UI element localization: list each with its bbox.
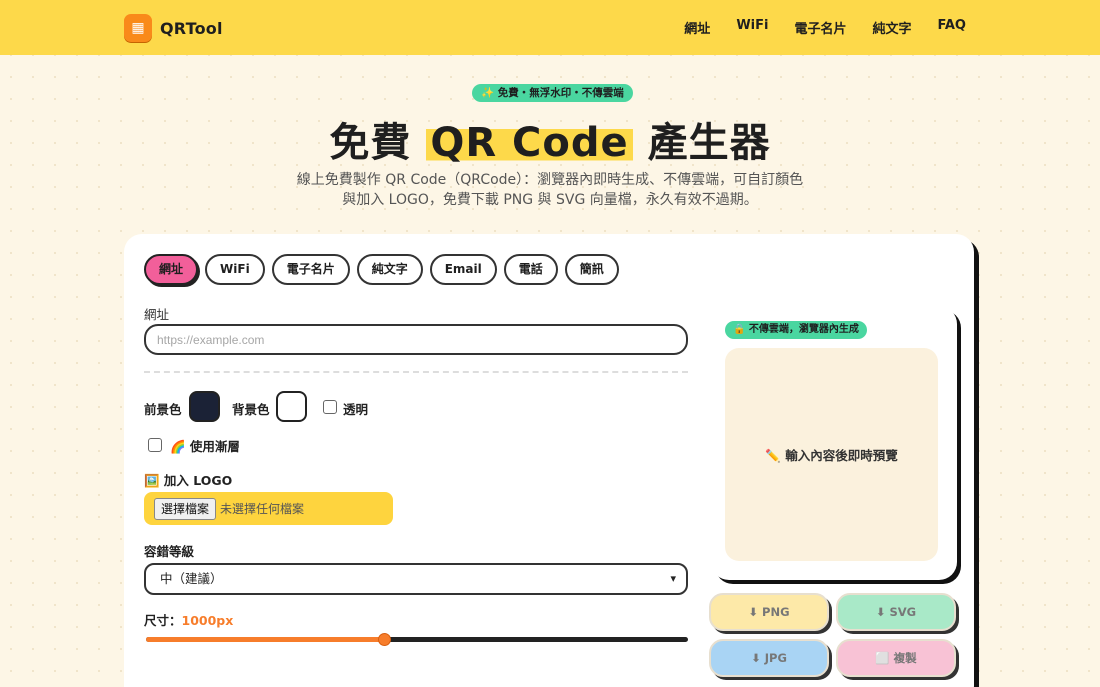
tab-phone[interactable]: 電話 [503,254,558,285]
qr-logo-icon: ▦ [124,14,152,42]
tab-url[interactable]: 網址 [144,254,199,285]
logo-label: 🖼️ 加入 LOGO [144,473,233,488]
section-divider [144,371,688,373]
url-label: 網址 [144,307,170,322]
size-label: 尺寸：1000px [144,610,233,629]
file-status: 未選擇任何檔案 [220,502,305,516]
transparent-label: 透明 [343,402,369,417]
nav-link-url[interactable]: 網址 [684,18,710,37]
logo[interactable]: ▦ QRTool [124,14,223,42]
bg-color-picker[interactable] [276,391,307,422]
top-header: ▦ QRTool 網址 WiFi 電子名片 純文字 FAQ [0,0,1100,55]
tab-wifi[interactable]: WiFi [205,254,265,285]
fg-color-picker[interactable] [189,391,220,422]
tab-email[interactable]: Email [429,254,497,285]
preview-panel: 🔒 不傳雲端，瀏覽器內生成 ✏️ 輸入內容後即時預覽 [711,306,957,580]
preview-placeholder: ✏️ 輸入內容後即時預覽 [765,448,898,463]
size-slider-fill [146,637,385,642]
choose-file-button[interactable]: 選擇檔案 [154,497,217,520]
ec-level-label: 容錯等級 [144,544,195,559]
fg-color-label: 前景色 [144,402,182,417]
nav-link-faq[interactable]: FAQ [937,18,966,37]
page-subtitle: 線上免費製作 QR Code（QRCode）：瀏覽器內即時生成、不傳雲端，可自訂… [250,170,850,210]
nav-link-wifi[interactable]: WiFi [736,18,768,37]
size-value: 1000px [181,613,234,628]
bg-color-label: 背景色 [232,402,270,417]
size-slider[interactable] [146,633,688,646]
chevron-down-icon: ▾ [670,572,676,585]
page-title: 免費 QR Code 產生器 [0,110,1100,168]
ec-level-select[interactable]: 中（建議） ▾ [144,563,688,595]
title-prefix: 免費 [329,120,412,166]
title-highlight: QR Code [426,120,633,166]
feature-badge: ✨ 免費・無浮水印・不傳雲端 [472,84,633,102]
nav-link-text[interactable]: 純文字 [872,18,911,37]
copy-button[interactable]: ⬜ 複製 [836,639,956,677]
size-slider-thumb[interactable] [378,633,392,646]
gradient-label: 🌈 使用漸層 [170,439,240,454]
logo-text: QRTool [160,18,223,38]
gradient-checkbox[interactable] [148,438,162,452]
main-nav: 網址 WiFi 電子名片 純文字 FAQ [658,18,966,37]
qr-preview-area: ✏️ 輸入內容後即時預覽 [725,348,938,561]
title-suffix: 產生器 [647,120,771,166]
size-label-text: 尺寸： [144,613,182,628]
tab-text[interactable]: 純文字 [356,254,423,285]
download-png-button[interactable]: ⬇ PNG [709,593,829,631]
subtitle-line-1: 線上免費製作 QR Code（QRCode）：瀏覽器內即時生成、不傳雲端，可自訂… [296,172,804,188]
download-svg-button[interactable]: ⬇ SVG [836,593,956,631]
url-input[interactable] [144,324,688,355]
tab-vcard[interactable]: 電子名片 [271,254,350,285]
tab-sms[interactable]: 簡訊 [564,254,619,285]
type-tabs: 網址 WiFi 電子名片 純文字 Email 電話 簡訊 [144,254,626,285]
nav-link-vcard[interactable]: 電子名片 [794,18,846,37]
ec-level-value: 中（建議） [160,571,223,586]
download-jpg-button[interactable]: ⬇ JPG [709,639,829,677]
logo-file-input[interactable]: 選擇檔案 未選擇任何檔案 [144,492,393,525]
subtitle-line-2: 與加入 LOGO，免費下載 PNG 與 SVG 向量檔，永久有效不過期。 [342,192,758,208]
transparent-checkbox[interactable] [323,400,337,414]
privacy-badge: 🔒 不傳雲端，瀏覽器內生成 [725,321,867,339]
generator-card: 網址 WiFi 電子名片 純文字 Email 電話 簡訊 網址 前景色 背景色 … [124,234,974,687]
